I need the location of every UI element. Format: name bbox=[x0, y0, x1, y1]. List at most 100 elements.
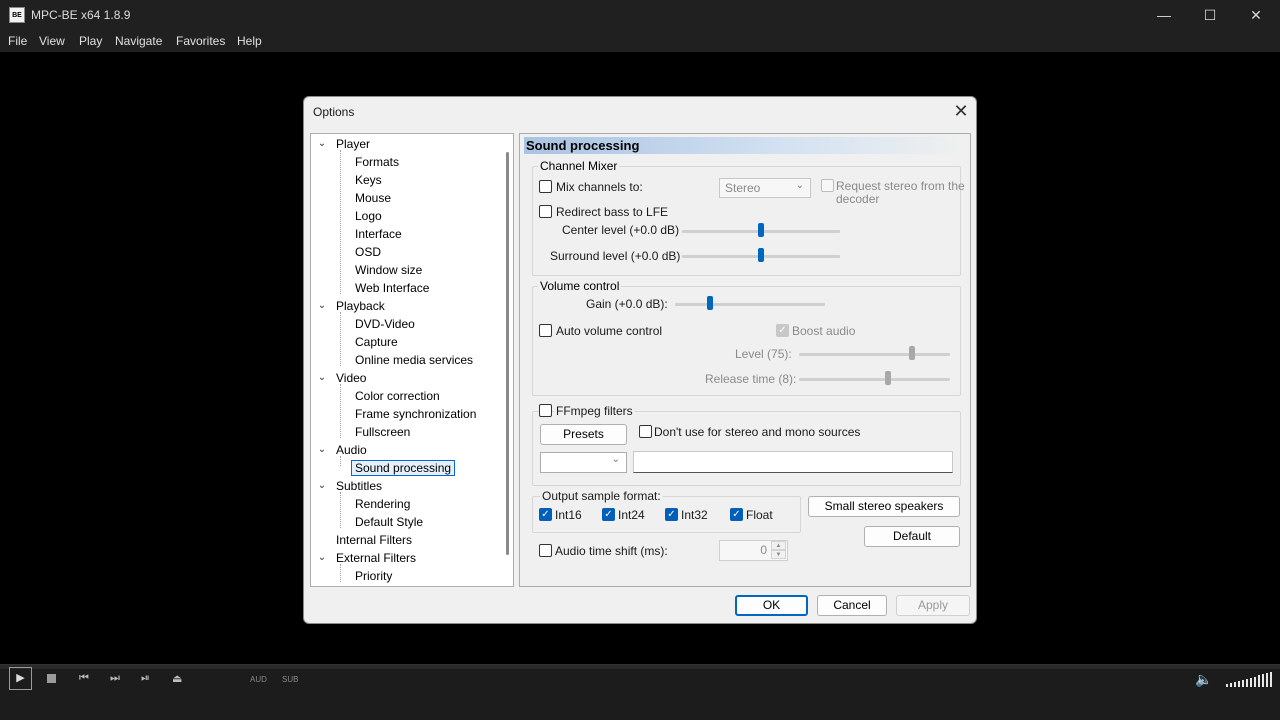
level-slider-thumb[interactable] bbox=[909, 346, 916, 360]
tree-item-keys[interactable]: Keys bbox=[355, 173, 382, 187]
audio-time-shift-value: 0 bbox=[760, 543, 767, 557]
stop-button[interactable] bbox=[46, 673, 57, 684]
tree-item-internal-filters[interactable]: Internal Filters bbox=[336, 533, 412, 547]
tree-toggle-player[interactable]: ⌄ bbox=[317, 138, 327, 149]
volume-control-title: Volume control bbox=[538, 279, 622, 293]
menu-play[interactable]: Play bbox=[79, 34, 102, 48]
mute-button[interactable]: 🔈 bbox=[1195, 671, 1212, 688]
tree-item-rendering[interactable]: Rendering bbox=[355, 497, 410, 511]
options-dialog: Options ✕ ⌄ Player Formats Keys Mouse Lo… bbox=[303, 96, 977, 624]
chevron-down-icon: ⌄ bbox=[611, 454, 620, 465]
ffmpeg-filter-input[interactable] bbox=[633, 451, 953, 473]
level-track[interactable] bbox=[799, 353, 950, 356]
surround-level-slider-thumb[interactable] bbox=[758, 248, 764, 262]
request-stereo-checkbox[interactable] bbox=[821, 179, 834, 192]
tree-item-web-interface[interactable]: Web Interface bbox=[355, 281, 429, 295]
tree-toggle-external-filters[interactable]: ⌄ bbox=[317, 552, 327, 563]
title-bar: BE MPC-BE x64 1.8.9 — ☐ ✕ bbox=[0, 0, 1280, 30]
apply-button[interactable]: Apply bbox=[896, 595, 970, 616]
ok-button[interactable]: OK bbox=[735, 595, 808, 616]
tree-item-osd[interactable]: OSD bbox=[355, 245, 381, 259]
gain-slider-thumb[interactable] bbox=[706, 296, 713, 310]
release-time-track[interactable] bbox=[799, 378, 950, 381]
tree-item-external-filters[interactable]: External Filters bbox=[336, 551, 416, 565]
center-level-slider-thumb[interactable] bbox=[758, 223, 764, 237]
tree-item-frame-sync[interactable]: Frame synchronization bbox=[355, 407, 476, 421]
frame-step-button[interactable]: ⏯ bbox=[141, 672, 150, 685]
tree-item-video[interactable]: Video bbox=[336, 371, 366, 385]
output-format-title: Output sample format: bbox=[540, 489, 663, 503]
center-level-label: Center level (+0.0 dB) bbox=[562, 223, 680, 237]
int16-checkbox[interactable]: ✓ bbox=[539, 508, 552, 521]
tree-toggle-subtitles[interactable]: ⌄ bbox=[317, 480, 327, 491]
volume-slider[interactable] bbox=[1226, 672, 1272, 687]
menu-file[interactable]: File bbox=[8, 34, 27, 48]
audio-time-shift-input[interactable]: 0 ▲ ▼ bbox=[719, 540, 788, 561]
tree-item-capture[interactable]: Capture bbox=[355, 335, 398, 349]
menu-navigate[interactable]: Navigate bbox=[115, 34, 162, 48]
tree-item-sound-processing[interactable]: Sound processing bbox=[351, 460, 456, 476]
int32-checkbox[interactable]: ✓ bbox=[665, 508, 678, 521]
tree-item-color-correction[interactable]: Color correction bbox=[355, 389, 440, 403]
small-stereo-speakers-button[interactable]: Small stereo speakers bbox=[808, 496, 960, 517]
menu-view[interactable]: View bbox=[39, 34, 65, 48]
tree-item-dvd-video[interactable]: DVD-Video bbox=[355, 317, 415, 331]
player-controls bbox=[0, 664, 1280, 720]
subtitle-track-button[interactable]: SUB bbox=[282, 675, 298, 684]
presets-button[interactable]: Presets bbox=[540, 424, 627, 445]
menu-favorites[interactable]: Favorites bbox=[176, 34, 225, 48]
tree-item-player[interactable]: Player bbox=[336, 137, 370, 151]
seek-bar[interactable] bbox=[0, 665, 1280, 669]
cancel-button[interactable]: Cancel bbox=[817, 595, 887, 616]
mix-channels-checkbox[interactable] bbox=[539, 180, 552, 193]
tree-item-playback[interactable]: Playback bbox=[336, 299, 385, 313]
mix-channels-combo[interactable]: Stereo ⌄ bbox=[719, 178, 811, 198]
default-button[interactable]: Default bbox=[864, 526, 960, 547]
menu-help[interactable]: Help bbox=[237, 34, 262, 48]
stop-icon bbox=[47, 674, 56, 683]
tree-item-window-size[interactable]: Window size bbox=[355, 263, 422, 277]
tree-item-mouse[interactable]: Mouse bbox=[355, 191, 391, 205]
audio-track-button[interactable]: AUD bbox=[250, 675, 267, 684]
eject-button[interactable]: ⏏ bbox=[172, 672, 182, 685]
boost-audio-label: Boost audio bbox=[792, 324, 856, 338]
ffmpeg-group bbox=[532, 411, 961, 486]
channel-mixer-title: Channel Mixer bbox=[538, 159, 620, 173]
tree-item-subtitles[interactable]: Subtitles bbox=[336, 479, 382, 493]
dialog-close-button[interactable]: ✕ bbox=[949, 100, 973, 122]
tree-toggle-audio[interactable]: ⌄ bbox=[317, 444, 327, 455]
gain-track[interactable] bbox=[675, 303, 825, 306]
close-window-button[interactable]: ✕ bbox=[1233, 0, 1279, 30]
ffmpeg-filters-checkbox[interactable] bbox=[539, 404, 552, 417]
minimize-button[interactable]: — bbox=[1141, 0, 1187, 30]
spin-up-icon[interactable]: ▲ bbox=[771, 541, 786, 550]
tree-item-priority[interactable]: Priority bbox=[355, 569, 392, 583]
boost-audio-checkbox[interactable]: ✓ bbox=[776, 324, 789, 337]
ffmpeg-filters-label: FFmpeg filters bbox=[554, 404, 635, 418]
tree-item-interface[interactable]: Interface bbox=[355, 227, 402, 241]
tree-item-audio[interactable]: Audio bbox=[336, 443, 367, 457]
int24-label: Int24 bbox=[618, 508, 645, 522]
previous-button[interactable]: ⏮ bbox=[79, 672, 89, 685]
next-button[interactable]: ⏭ bbox=[110, 672, 120, 685]
tree-item-online-media[interactable]: Online media services bbox=[355, 353, 473, 367]
options-tree[interactable]: ⌄ Player Formats Keys Mouse Logo Interfa… bbox=[310, 133, 514, 587]
maximize-button[interactable]: ☐ bbox=[1187, 0, 1233, 30]
float-checkbox[interactable]: ✓ bbox=[730, 508, 743, 521]
int24-checkbox[interactable]: ✓ bbox=[602, 508, 615, 521]
audio-time-shift-checkbox[interactable] bbox=[539, 544, 552, 557]
dont-use-stereo-checkbox[interactable] bbox=[639, 425, 652, 438]
play-button[interactable]: ▶ bbox=[9, 667, 32, 690]
tree-toggle-playback[interactable]: ⌄ bbox=[317, 300, 327, 311]
tree-toggle-video[interactable]: ⌄ bbox=[317, 372, 327, 383]
ffmpeg-preset-combo[interactable]: ⌄ bbox=[540, 452, 627, 473]
tree-item-formats[interactable]: Formats bbox=[355, 155, 399, 169]
tree-scrollbar[interactable] bbox=[506, 152, 509, 555]
release-time-slider-thumb[interactable] bbox=[885, 371, 892, 385]
tree-item-default-style[interactable]: Default Style bbox=[355, 515, 423, 529]
auto-volume-checkbox[interactable] bbox=[539, 324, 552, 337]
tree-item-logo[interactable]: Logo bbox=[355, 209, 382, 223]
spin-down-icon[interactable]: ▼ bbox=[771, 550, 786, 559]
tree-item-fullscreen[interactable]: Fullscreen bbox=[355, 425, 410, 439]
redirect-bass-checkbox[interactable] bbox=[539, 205, 552, 218]
